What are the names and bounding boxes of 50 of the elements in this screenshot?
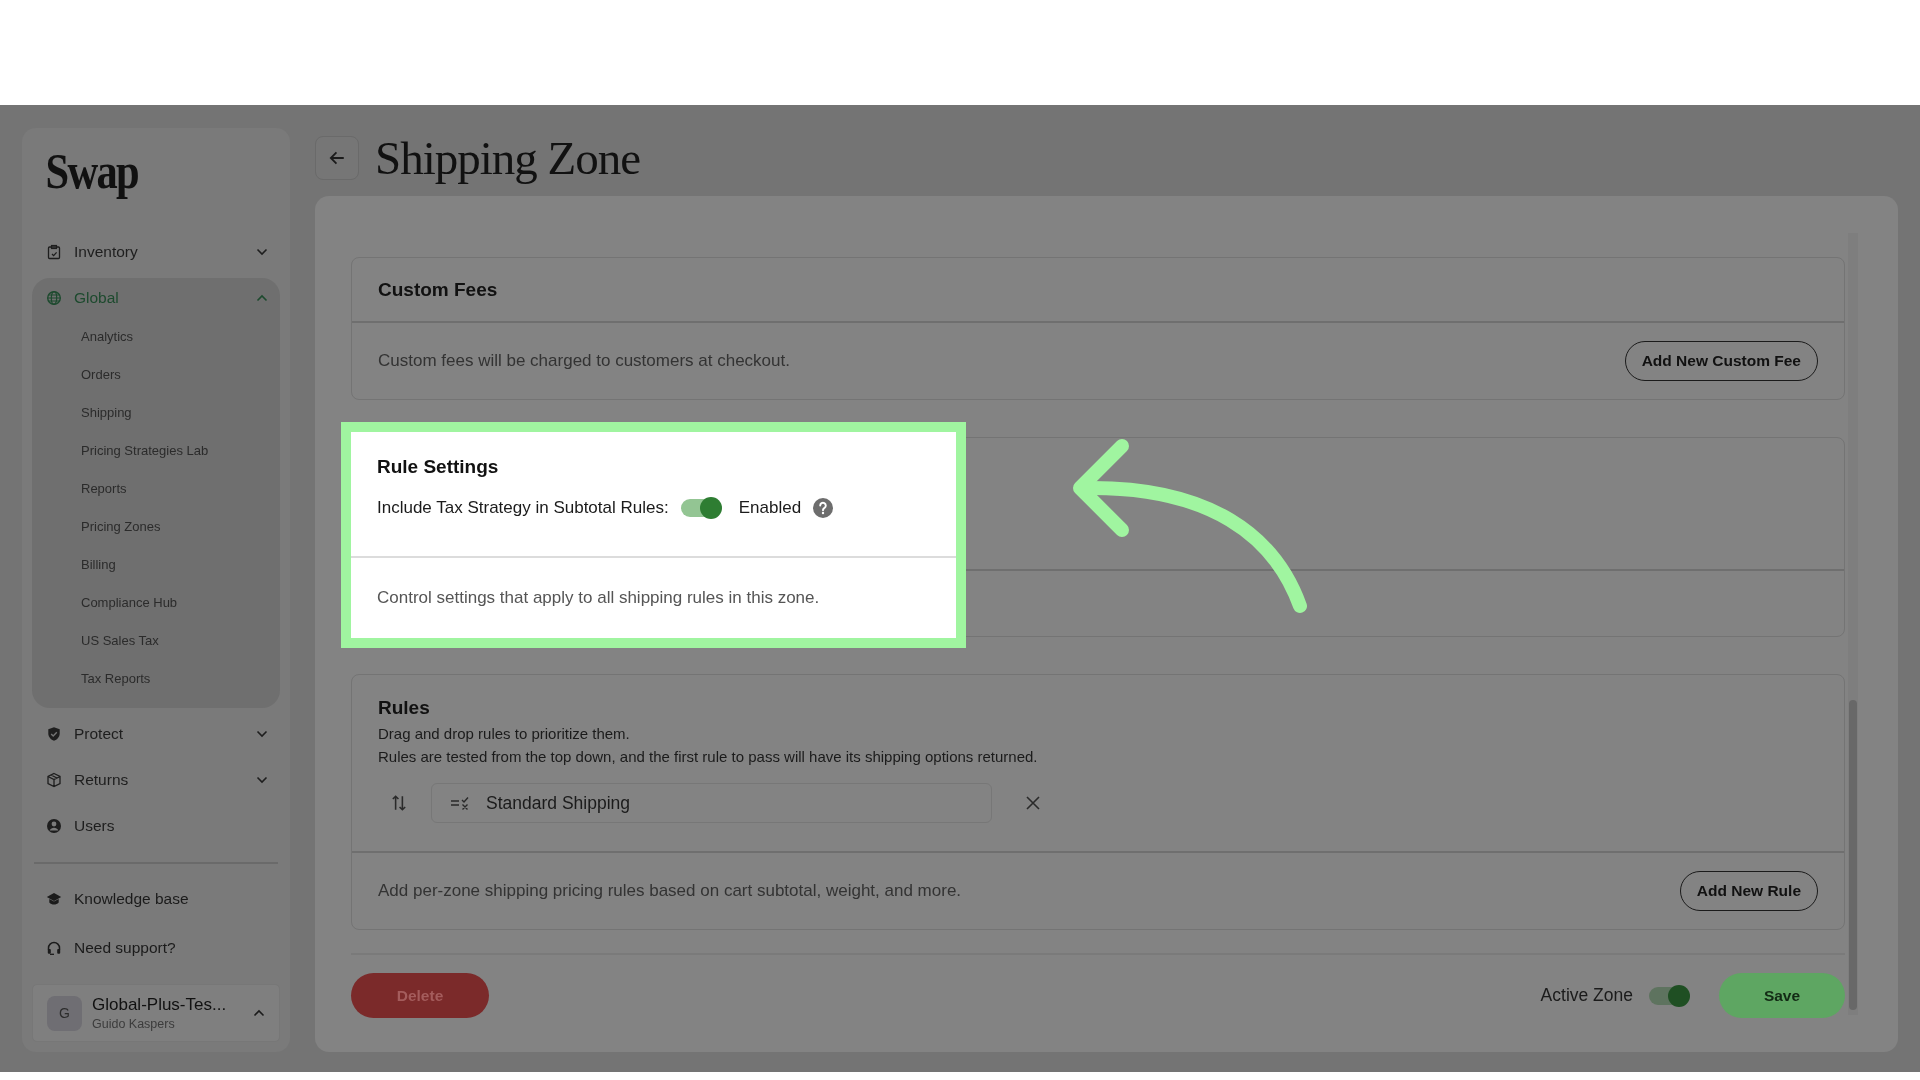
nav-subitem[interactable]: Reports [32,470,280,508]
setting-label: Include Tax Strategy in Subtotal Rules: [377,498,669,518]
nav-subitem[interactable]: Analytics [32,318,280,356]
nav-item[interactable]: Protect [32,714,280,754]
clipboard-icon [46,244,62,260]
help-icon[interactable] [813,498,834,518]
section-title: Rules [378,697,431,719]
sidebar-link[interactable]: Knowledge base [32,874,280,923]
nav-item[interactable]: Inventory [32,232,280,272]
rule-item[interactable]: Standard Shipping [431,783,992,823]
sort-arrows-icon[interactable] [390,794,408,812]
save-button[interactable]: Save [1719,973,1845,1018]
toggle-switch[interactable] [680,499,721,517]
nav-subitem[interactable]: Orders [32,356,280,394]
nav-subitem[interactable]: Compliance Hub [32,584,280,622]
nav-subitem[interactable]: Billing [32,546,280,584]
nav-item[interactable]: Users [32,806,280,846]
nav-subitem[interactable]: Pricing Zones [32,508,280,546]
nav-subitem[interactable]: Tax Reports [32,660,280,698]
back-arrow-icon [328,149,346,167]
nav-subitem[interactable]: Pricing Strategies Lab [32,432,280,470]
account-name: Global-Plus-Tes... [92,995,228,1015]
back-button[interactable] [315,136,359,180]
globe-icon [46,290,62,306]
section-title: Rule Settings [377,456,500,478]
avatar: G [47,995,82,1031]
active-zone-label: Active Zone [1540,985,1633,1006]
nav-subitem[interactable]: US Sales Tax [32,622,280,660]
account-switcher[interactable]: G Global-Plus-Tes... Guido Kaspers [32,984,280,1042]
nav-item[interactable]: Global [32,278,280,318]
graduation-cap-icon [46,890,62,907]
box-icon [46,772,62,788]
account-user: Guido Kaspers [92,1017,176,1031]
sidebar-link[interactable]: Need support? [32,923,280,972]
page-title: Shipping Zone [375,131,641,185]
section-description: Custom fees will be charged to customers at checkout. [378,351,790,371]
close-icon[interactable] [1025,795,1041,811]
nav-item[interactable]: Returns [32,760,280,800]
shield-icon [46,726,62,742]
section-description: Add per-zone shipping pricing rules based on cart subtotal, weight, and more. [378,881,962,901]
user-icon [46,818,62,834]
rules-hint: Rules are tested from the top down, and the first rule to pass will have its shipping options returned. [378,748,1039,765]
toggle-switch[interactable] [1649,986,1689,1005]
rules-hint: Drag and drop rules to prioritize them. [378,725,631,742]
section-description: Control settings that apply to all shipping rules in this zone. [377,588,820,608]
scrollbar[interactable] [1848,233,1858,1015]
section-title: Custom Fees [378,278,498,301]
nav-subitem[interactable]: Shipping [32,394,280,432]
toggle-state: Enabled [738,498,802,518]
headset-icon [46,939,62,956]
